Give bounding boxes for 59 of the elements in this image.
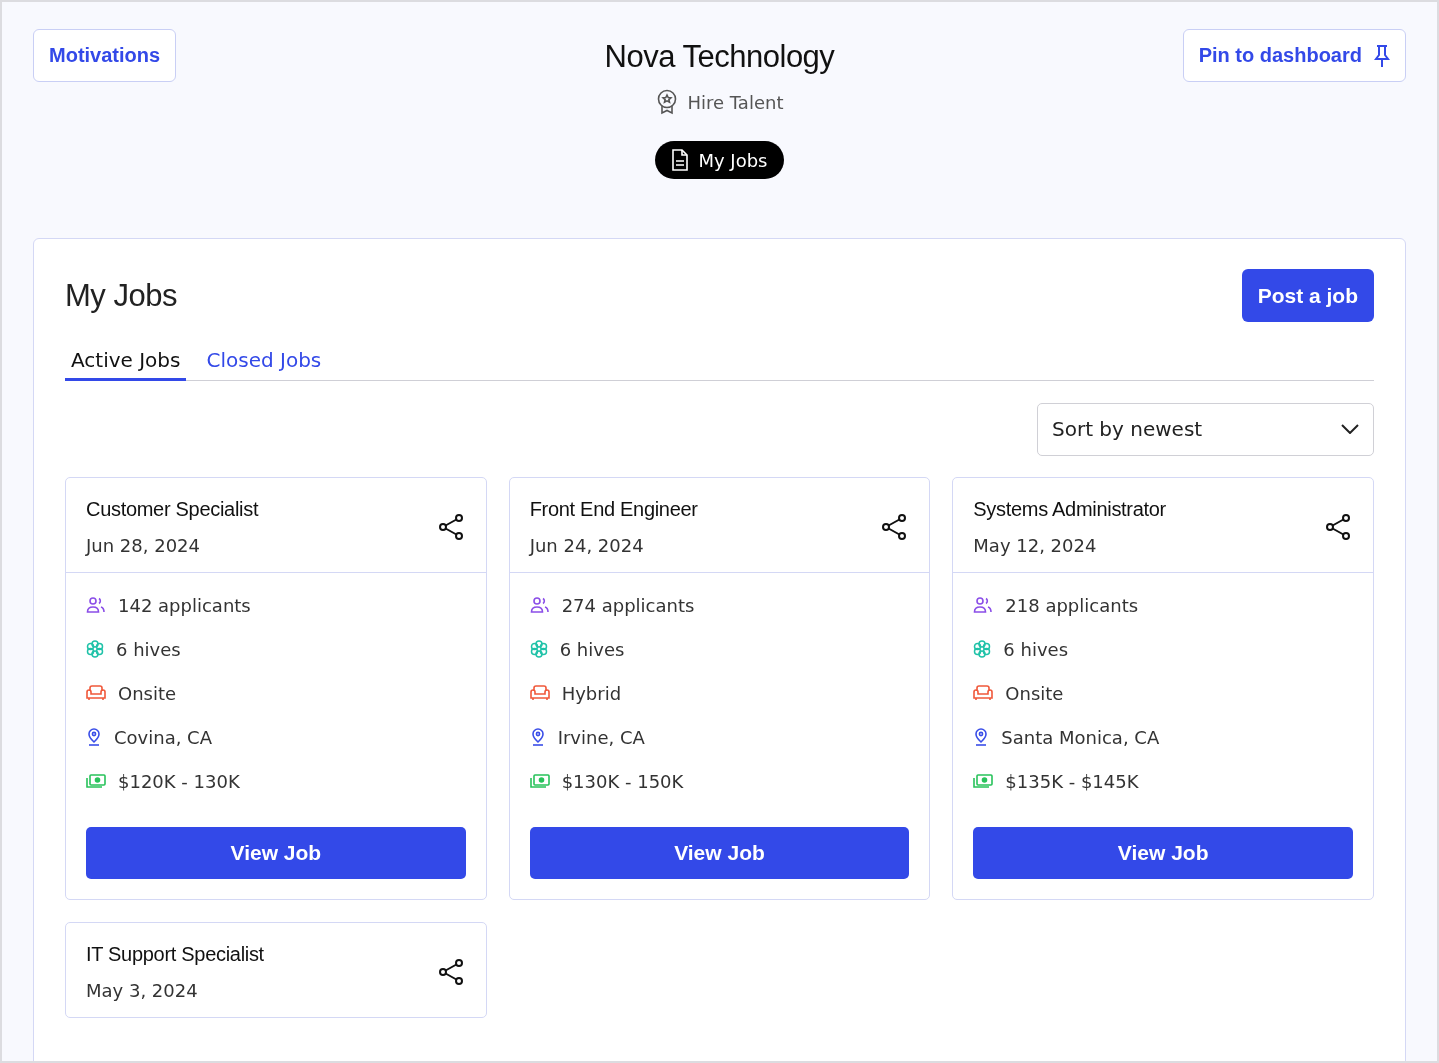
job-title: Systems Administrator [973, 497, 1166, 521]
job-detail: Irvine, CA [557, 726, 645, 748]
people-icon [86, 596, 106, 614]
panel-title: My Jobs [65, 277, 177, 314]
job-title: IT Support Specialist [86, 942, 264, 966]
chevron-down-icon [1341, 424, 1359, 434]
flower-icon [529, 640, 548, 658]
job-detail: $120K - 130K [118, 770, 240, 792]
job-detail: Covina, CA [114, 726, 212, 748]
share-icon[interactable] [1325, 512, 1351, 541]
job-detail: Onsite [1005, 682, 1064, 704]
pin-to-dashboard-button[interactable]: Pin to dashboard [1182, 29, 1406, 82]
motivations-button[interactable]: Motivations [33, 29, 177, 82]
post-job-button[interactable]: Post a job [1241, 269, 1374, 322]
job-detail: 218 applicants [1005, 594, 1139, 616]
tab[interactable]: Closed Jobs [200, 348, 328, 381]
job-detail: 142 applicants [118, 594, 251, 616]
tab[interactable]: Active Jobs [65, 348, 187, 381]
subtitle: Hire Talent [687, 91, 784, 113]
job-date: May 12, 2024 [973, 534, 1098, 556]
view-job-button[interactable]: View Job [86, 826, 466, 879]
location-pin-icon [529, 728, 546, 746]
job-detail: 274 applicants [561, 594, 695, 616]
share-icon[interactable] [437, 957, 464, 986]
share-icon[interactable] [437, 512, 464, 541]
share-icon[interactable] [881, 512, 908, 541]
people-icon [973, 596, 994, 614]
location-pin-icon [973, 728, 990, 746]
job-detail: Onsite [118, 682, 177, 704]
sofa-icon [973, 685, 994, 701]
job-date: Jun 24, 2024 [529, 534, 645, 556]
view-job-button[interactable]: View Job [973, 826, 1353, 879]
job-date: Jun 28, 2024 [86, 534, 201, 556]
sofa-icon [529, 685, 550, 701]
document-icon [671, 149, 690, 171]
job-detail: 6 hives [116, 638, 181, 660]
job-title: Front End Engineer [529, 497, 698, 521]
sofa-icon [86, 685, 106, 701]
job-date: May 3, 2024 [86, 979, 199, 1001]
job-detail: Santa Monica, CA [1001, 726, 1160, 748]
job-detail: 6 hives [559, 638, 625, 660]
job-detail: $135K - $145K [1005, 770, 1139, 792]
cash-icon [973, 773, 994, 789]
award-icon [655, 89, 678, 115]
job-detail: 6 hives [1003, 638, 1068, 660]
flower-icon [86, 640, 104, 658]
view-job-button[interactable]: View Job [529, 826, 910, 879]
cash-icon [529, 773, 550, 789]
people-icon [529, 596, 550, 614]
flower-icon [973, 640, 992, 658]
pin-icon [1374, 43, 1390, 68]
job-title: Customer Specialist [86, 497, 259, 521]
job-detail: Hybrid [561, 682, 622, 704]
location-pin-icon [86, 728, 102, 746]
my-jobs-pill[interactable]: My Jobs [655, 141, 784, 179]
cash-icon [86, 773, 106, 789]
company-name: Nova Technology [604, 39, 835, 75]
job-detail: $130K - 150K [561, 770, 684, 792]
sort-dropdown[interactable]: Sort by newest [1037, 402, 1374, 456]
